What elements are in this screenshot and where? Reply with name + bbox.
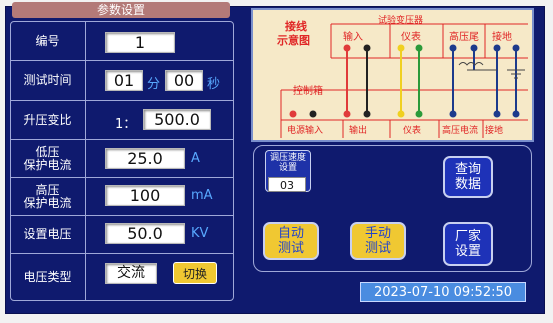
voltage-type-field: 交流 [105, 263, 157, 284]
current-unit-a: A [191, 151, 200, 166]
button-line: 设置 [454, 244, 481, 259]
set-voltage-label: 设置电压 [23, 227, 72, 241]
label-line: 低压 [35, 144, 60, 159]
factory-settings-button[interactable]: 厂家 设置 [443, 222, 493, 266]
minutes-unit: 分 [147, 77, 161, 92]
step-up-ratio-label: 升压变比 [23, 112, 72, 127]
datetime-display: 2023-07-10 09:52:50 [360, 282, 526, 302]
step-up-ratio-field[interactable]: 500.0 [143, 109, 211, 130]
high-voltage-protection-field[interactable]: 100 [105, 185, 185, 206]
ratio-prefix: 1： [115, 117, 137, 132]
button-line: 自动 [277, 226, 304, 241]
voltage-unit-kv: KV [191, 226, 209, 241]
speed-label-line2: 设置 [278, 163, 297, 173]
label-line: 保护电流 [23, 157, 72, 172]
regulation-speed-field[interactable]: 03 [268, 177, 306, 192]
set-voltage-field[interactable]: 50.0 [105, 223, 185, 244]
manual-test-button[interactable]: 手动 测试 [350, 222, 406, 260]
seconds-unit: 秒 [207, 77, 221, 92]
button-line: 查询 [454, 162, 481, 177]
id-field[interactable]: 1 [105, 32, 175, 53]
button-line: 数据 [454, 177, 481, 192]
current-unit-ma: mA [191, 188, 213, 203]
button-line: 手动 [364, 226, 391, 241]
button-line: 测试 [364, 241, 391, 256]
auto-test-button[interactable]: 自动 测试 [263, 222, 319, 260]
label-line: 高压 [35, 182, 60, 197]
test-time-minutes-field[interactable]: 01 [105, 70, 143, 91]
wiring-lines [280, 23, 528, 138]
column-divider [85, 22, 86, 300]
high-voltage-protection-label: 高压 保护电流 [11, 178, 84, 215]
query-data-button[interactable]: 查询 数据 [443, 156, 493, 198]
voltage-type-label: 电压类型 [23, 269, 72, 284]
label-line: 保护电流 [23, 195, 72, 210]
button-line: 测试 [277, 241, 304, 256]
low-voltage-protection-field[interactable]: 25.0 [105, 148, 185, 169]
test-time-seconds-field[interactable]: 00 [165, 70, 203, 91]
page-title: 参数设置 [12, 2, 230, 18]
test-time-label: 测试时间 [23, 73, 72, 87]
switch-voltage-type-button[interactable]: 切换 [173, 262, 217, 284]
low-voltage-protection-label: 低压 保护电流 [11, 140, 84, 177]
button-line: 厂家 [454, 229, 481, 244]
parameter-panel: 编号 1 测试时间 01 分 00 秒 升压变比 1： 500.0 低压 保护电… [10, 21, 234, 301]
wiring-diagram: 接线 示意图 试验变压器 输入 仪表 高压尾 接地 控制箱 电源输入 输出 仪表… [251, 8, 534, 142]
speed-label-line1: 调压速度 [269, 153, 306, 163]
id-label: 编号 [35, 33, 60, 48]
